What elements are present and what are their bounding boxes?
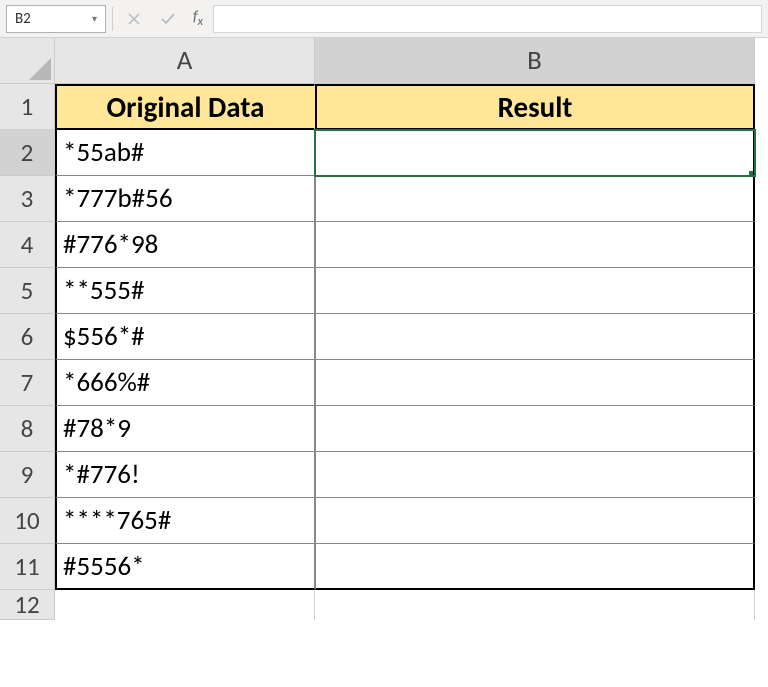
cell-A9[interactable]: *#776! xyxy=(55,452,315,498)
cell-B9[interactable] xyxy=(315,452,755,498)
cell-A7[interactable]: *666%# xyxy=(55,360,315,406)
cell-A3[interactable]: *777b#56 xyxy=(55,176,315,222)
enter-icon[interactable] xyxy=(153,5,183,33)
row-header-8[interactable]: 8 xyxy=(0,406,55,452)
cell-B10[interactable] xyxy=(315,498,755,544)
cell-B6[interactable] xyxy=(315,314,755,360)
row-header-10[interactable]: 10 xyxy=(0,498,55,544)
row-header-2[interactable]: 2 xyxy=(0,130,55,176)
fx-icon[interactable]: fx xyxy=(187,8,209,29)
cell-A1[interactable]: Original Data xyxy=(55,84,315,130)
select-all-corner[interactable] xyxy=(0,38,55,84)
cell-B3[interactable] xyxy=(315,176,755,222)
cell-A8[interactable]: #78*9 xyxy=(55,406,315,452)
row-header-12[interactable]: 12 xyxy=(0,590,55,620)
cell-A11[interactable]: #5556* xyxy=(55,544,315,590)
cell-A4[interactable]: #776*98 xyxy=(55,222,315,268)
cell-B8[interactable] xyxy=(315,406,755,452)
cell-A6[interactable]: $556*# xyxy=(55,314,315,360)
separator xyxy=(112,7,113,31)
row-header-3[interactable]: 3 xyxy=(0,176,55,222)
cell-B11[interactable] xyxy=(315,544,755,590)
cell-B12[interactable] xyxy=(315,590,755,620)
row-header-6[interactable]: 6 xyxy=(0,314,55,360)
cell-B1[interactable]: Result xyxy=(315,84,755,130)
name-box-value: B2 xyxy=(15,10,92,28)
formula-bar: B2 ▾ fx xyxy=(0,0,768,38)
chevron-down-icon[interactable]: ▾ xyxy=(92,12,97,25)
cell-B5[interactable] xyxy=(315,268,755,314)
cell-A10[interactable]: ****765# xyxy=(55,498,315,544)
cell-B4[interactable] xyxy=(315,222,755,268)
cell-B7[interactable] xyxy=(315,360,755,406)
name-box[interactable]: B2 ▾ xyxy=(6,5,106,33)
row-header-7[interactable]: 7 xyxy=(0,360,55,406)
row-header-5[interactable]: 5 xyxy=(0,268,55,314)
formula-input[interactable] xyxy=(213,5,762,33)
row-header-1[interactable]: 1 xyxy=(0,84,55,130)
column-header-B[interactable]: B xyxy=(315,38,755,84)
cell-A2[interactable]: *55ab# xyxy=(55,130,315,176)
spreadsheet-grid: A B 1 Original Data Result 2 *55ab# 3 *7… xyxy=(0,38,768,636)
column-header-A[interactable]: A xyxy=(55,38,315,84)
row-header-4[interactable]: 4 xyxy=(0,222,55,268)
cell-B2[interactable] xyxy=(315,130,755,176)
row-header-9[interactable]: 9 xyxy=(0,452,55,498)
cancel-icon[interactable] xyxy=(119,5,149,33)
cell-A5[interactable]: **555# xyxy=(55,268,315,314)
cell-A12[interactable] xyxy=(55,590,315,620)
row-header-11[interactable]: 11 xyxy=(0,544,55,590)
